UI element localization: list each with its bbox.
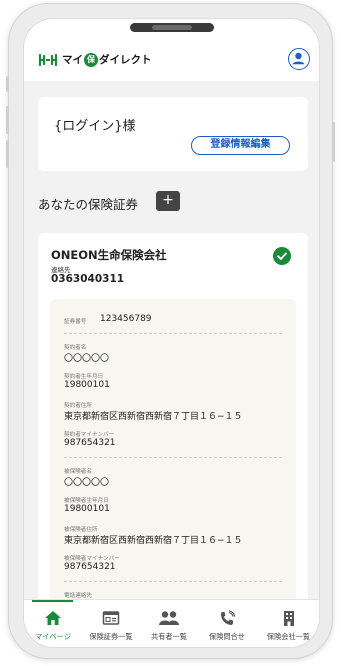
tab-mypage[interactable]: マイページ	[24, 600, 82, 647]
login-card: {ログイン}様 登録情報編集	[38, 97, 308, 171]
phone-notch	[130, 23, 214, 32]
field-value: 987654321	[64, 562, 116, 572]
tab-label: 保険証券一覧	[89, 632, 133, 641]
insurance-company-name: ONEON生命保険会社	[51, 248, 167, 262]
phone-side-button	[6, 76, 9, 92]
field-label: 被保険者住所	[64, 527, 98, 533]
field-value: 987654321	[64, 438, 116, 448]
section-title: あなたの保険証券	[38, 197, 139, 212]
divider	[64, 457, 282, 458]
app-logo[interactable]: マイ保ダイレクト	[38, 52, 152, 67]
tab-policy-list[interactable]: 保険証券一覧	[82, 600, 140, 647]
field-value: 〇〇〇〇〇	[64, 478, 110, 488]
phone-side-button	[6, 140, 9, 168]
phone-icon	[221, 610, 236, 625]
field-label: 被保険者名	[64, 469, 92, 475]
field-label: 契約者生年月日	[64, 374, 104, 380]
field-value: 東京都新宿区西新宿西新宿７丁目１６−１５	[64, 412, 243, 422]
phone-side-button	[6, 106, 9, 134]
field-value: 19800101	[64, 504, 110, 514]
divider	[64, 581, 282, 582]
tab-label: マイページ	[35, 632, 71, 641]
check-circle-icon	[273, 247, 291, 265]
edit-profile-button[interactable]: 登録情報編集	[191, 136, 290, 155]
field-value: 東京都新宿区西新宿西新宿７丁目１６−１５	[64, 536, 243, 546]
main-content[interactable]: {ログイン}様 登録情報編集 あなたの保険証券 + ONEON生命保険会社 連絡…	[24, 81, 319, 599]
tab-companies[interactable]: 保険会社一覧	[256, 600, 319, 647]
field-label: 被保険者マイナンバー	[64, 556, 120, 562]
building-icon	[283, 611, 294, 626]
tab-label: 共有者一覧	[151, 632, 187, 641]
divider	[64, 333, 282, 334]
field-label: 契約者名	[64, 345, 87, 351]
account-button[interactable]	[288, 48, 310, 70]
add-policy-button[interactable]: +	[156, 191, 180, 211]
home-icon	[45, 611, 61, 625]
field-value: 19800101	[64, 380, 110, 390]
tab-label: 保険会社一覧	[266, 632, 311, 641]
logo-mark-icon	[38, 53, 58, 66]
user-icon	[292, 52, 305, 65]
tab-sharers[interactable]: 共有者一覧	[140, 600, 198, 647]
policy-card[interactable]: ONEON生命保険会社 連絡先 0363040311 証券番号 12345678…	[38, 233, 308, 599]
logo-text: マイ保ダイレクト	[62, 53, 152, 67]
field-label: 被保険者生年月日	[64, 498, 109, 504]
field-label: 契約者マイナンバー	[64, 432, 115, 438]
contact-number: 0363040311	[51, 273, 125, 285]
bottom-tab-bar: マイページ 保険証券一覧 共有者一覧 保険問合せ 保険会社一覧	[24, 599, 319, 647]
policy-details: 証券番号 123456789 契約者名 〇〇〇〇〇 契約者生年月日 198001…	[50, 299, 296, 599]
phone-side-button	[332, 122, 335, 162]
tab-inquiry[interactable]: 保険問合せ	[198, 600, 256, 647]
people-icon	[159, 611, 179, 625]
screen: マイ保ダイレクト {ログイン}様 登録情報編集 あなたの保険証券 + ONEON…	[23, 18, 320, 648]
field-label: 証券番号	[64, 319, 87, 325]
field-label: 契約者住所	[64, 403, 92, 409]
field-value: 〇〇〇〇〇	[64, 354, 110, 364]
field-value: 123456789	[100, 314, 152, 324]
policy-list-icon	[102, 611, 120, 625]
tab-label: 保険問合せ	[209, 632, 245, 641]
user-greeting: {ログイン}様	[54, 119, 136, 134]
field-label: 電話連絡先	[64, 593, 92, 599]
phone-frame: マイ保ダイレクト {ログイン}様 登録情報編集 あなたの保険証券 + ONEON…	[6, 3, 335, 659]
